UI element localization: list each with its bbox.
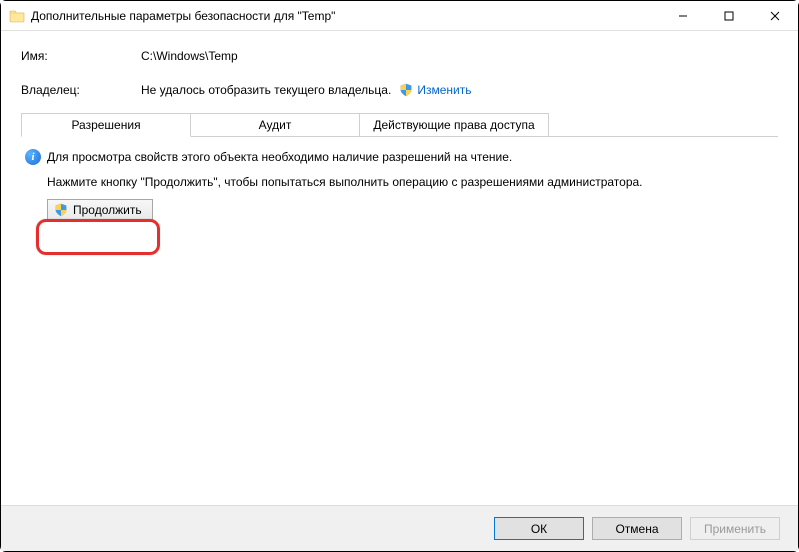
titlebar: Дополнительные параметры безопасности дл…	[1, 1, 798, 31]
window-title: Дополнительные параметры безопасности дл…	[31, 9, 335, 23]
change-owner-link[interactable]: Изменить	[399, 83, 471, 97]
continue-button[interactable]: Продолжить	[47, 199, 153, 221]
apply-button[interactable]: Применить	[690, 517, 780, 540]
owner-row: Владелец: Не удалось отобразить текущего…	[21, 79, 778, 101]
shield-icon	[399, 83, 413, 97]
ok-button[interactable]: ОК	[494, 517, 584, 540]
owner-label: Владелец:	[21, 83, 141, 97]
close-button[interactable]	[752, 1, 798, 31]
info-row: i Для просмотра свойств этого объекта не…	[25, 149, 774, 165]
tab-permissions[interactable]: Разрешения	[21, 113, 191, 137]
continue-button-label: Продолжить	[73, 203, 142, 217]
content-area: Имя: C:\Windows\Temp Владелец: Не удалос…	[1, 31, 798, 231]
tab-strip: Разрешения Аудит Действующие права досту…	[21, 113, 778, 137]
name-label: Имя:	[21, 49, 141, 63]
info-text: Для просмотра свойств этого объекта необ…	[47, 150, 512, 164]
window-controls	[660, 1, 798, 31]
tab-audit[interactable]: Аудит	[190, 113, 360, 137]
shield-icon	[54, 203, 68, 217]
tab-panel-permissions: i Для просмотра свойств этого объекта не…	[21, 137, 778, 221]
owner-value: Не удалось отобразить текущего владельца…	[141, 83, 391, 97]
name-row: Имя: C:\Windows\Temp	[21, 45, 778, 67]
change-owner-text: Изменить	[417, 83, 471, 97]
hint-text: Нажмите кнопку "Продолжить", чтобы попыт…	[47, 175, 774, 189]
dialog-footer: ОК Отмена Применить	[1, 505, 798, 551]
folder-icon	[9, 8, 25, 24]
cancel-button[interactable]: Отмена	[592, 517, 682, 540]
tab-effective-access[interactable]: Действующие права доступа	[359, 113, 549, 137]
info-icon: i	[25, 149, 41, 165]
name-value: C:\Windows\Temp	[141, 49, 238, 63]
minimize-button[interactable]	[660, 1, 706, 31]
maximize-button[interactable]	[706, 1, 752, 31]
